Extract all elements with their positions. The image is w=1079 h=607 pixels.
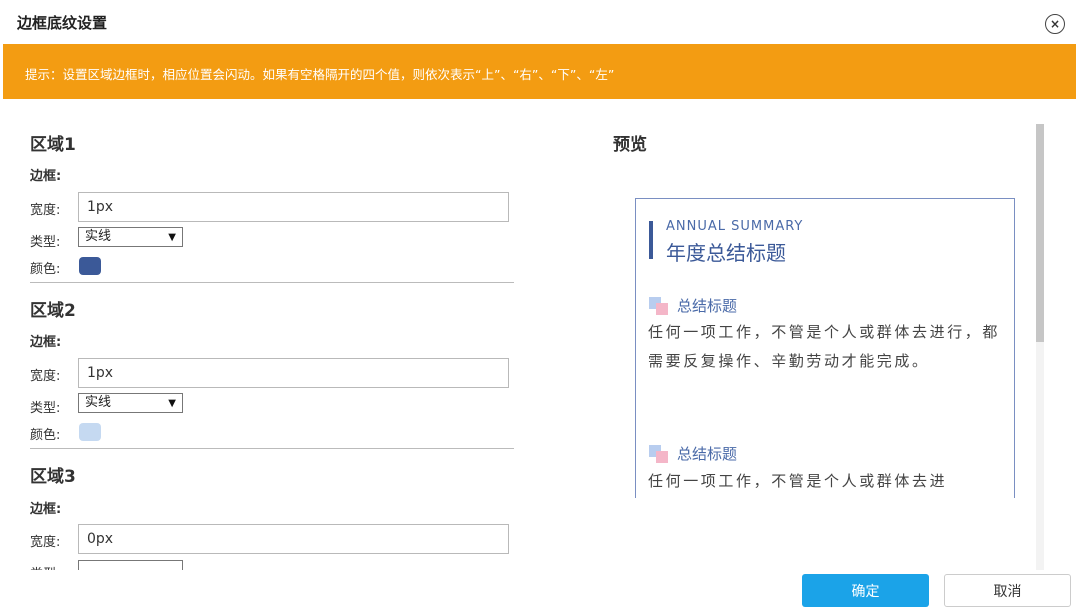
region-1-color-label: 颜色: [30,262,61,277]
dialog-content: 区域1 边框: 宽度: 类型: 实线 ▼ 颜色: 区域2 边框: 宽度: 类型:… [0,100,1079,570]
region-3-border-label: 边框: [30,502,62,517]
squares-icon [649,297,669,315]
dialog-titlebar: 边框底纹设置 × [0,0,1079,44]
region-1-color-swatch[interactable] [79,257,101,275]
region-divider [30,282,514,283]
close-icon[interactable]: × [1045,14,1065,34]
region-1-width-input[interactable] [78,192,509,222]
scrollbar[interactable] [1036,124,1044,570]
scrollbar-thumb[interactable] [1036,124,1044,342]
accent-bar [649,221,653,259]
region-2-type-label: 类型: [30,401,61,416]
region-3-title: 区域3 [30,467,76,487]
cancel-button[interactable]: 取消 [944,574,1071,607]
squares-icon [649,445,669,463]
region-1-border-label: 边框: [30,169,62,184]
region-3-width-input[interactable] [78,524,509,554]
region-1-width-label: 宽度: [30,203,61,218]
dialog-title: 边框底纹设置 [17,14,108,32]
region-2-type-value: 实线 [85,395,112,410]
region-3-type-label: 类型: [30,563,60,570]
region-2-title: 区域2 [30,301,76,321]
region-3-type-select[interactable] [78,560,183,570]
region-2-width-label: 宽度: [30,369,61,384]
preview-item-text: 任何一项工作，不管是个人或群体去进 [648,472,948,490]
preview-title: 预览 [613,135,647,155]
region-2-width-input[interactable] [78,358,509,388]
region-1-type-label: 类型: [30,235,61,250]
region-3-width-label: 宽度: [30,535,61,550]
preview-item-title: 总结标题 [677,445,738,463]
dialog-footer: 确定 取消 [0,570,1079,607]
region-1-title: 区域1 [30,135,76,155]
region-2-border-label: 边框: [30,335,62,350]
region-2-type-select[interactable]: 实线 ▼ [78,393,183,413]
region-2-color-swatch[interactable] [79,423,101,441]
region-divider [30,448,514,449]
ok-button[interactable]: 确定 [802,574,929,607]
dropdown-arrow-icon: ▼ [168,398,176,409]
preview-item-text: 任何一项工作，不管是个人或群体去进行，都需要反复操作、辛勤劳动才能完成。 [648,323,1001,370]
notice-text: 提示：设置区域边框时，相应位置会闪动。如果有空格隔开的四个值，则依次表示“上”、… [25,67,615,82]
preview-box: ANNUAL SUMMARY 年度总结标题 总结标题 任何一项工作，不管是个人或… [635,198,1015,498]
preview-heading: 年度总结标题 [666,241,786,265]
region-2-color-label: 颜色: [30,428,61,443]
preview-item-title: 总结标题 [677,297,738,315]
region-1-type-value: 实线 [85,229,112,244]
preview-eyebrow: ANNUAL SUMMARY [666,219,804,234]
notice-banner: 提示：设置区域边框时，相应位置会闪动。如果有空格隔开的四个值，则依次表示“上”、… [3,44,1076,99]
region-1-type-select[interactable]: 实线 ▼ [78,227,183,247]
dropdown-arrow-icon: ▼ [168,232,176,243]
